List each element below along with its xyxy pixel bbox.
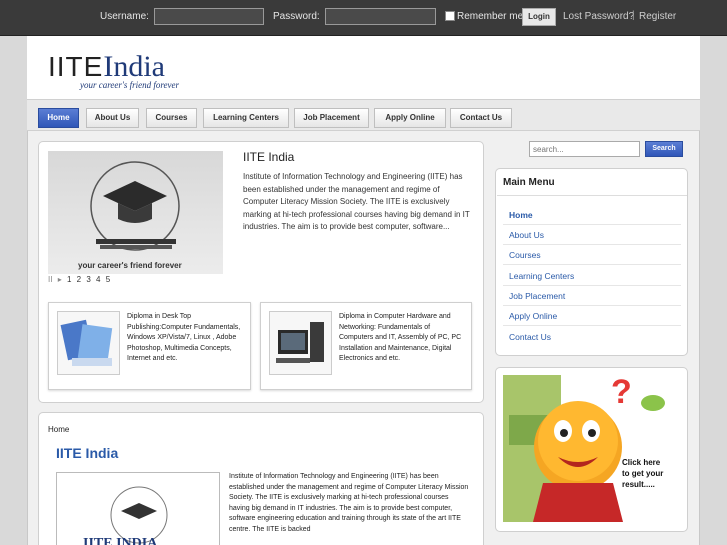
course-text-hardware: Diploma in Computer Hardware and Network… — [339, 313, 462, 362]
slider-caption: your career's friend forever — [78, 261, 182, 270]
featured-title[interactable]: IITE India — [243, 150, 294, 164]
search-input[interactable] — [529, 141, 640, 157]
article-text: Institute of Information Technology and … — [229, 473, 469, 533]
slide-5-button[interactable]: 5 — [106, 275, 110, 284]
site-logo[interactable]: IITEIndia — [48, 50, 165, 84]
nav-job-placement[interactable]: Job Placement — [294, 108, 369, 128]
slide-3-button[interactable]: 3 — [86, 275, 90, 284]
article-image: IITE INDIA — [56, 472, 220, 545]
password-label: Password: — [273, 11, 320, 22]
main-menu-panel — [495, 168, 688, 356]
promo-line-1: Click here — [622, 458, 661, 467]
promo-text[interactable]: Click here to get your result..... — [622, 457, 663, 490]
nav-about-us[interactable]: About Us — [86, 108, 139, 128]
username-input[interactable] — [154, 8, 264, 25]
slide-1-button[interactable]: 1 — [67, 275, 71, 284]
slider-image[interactable] — [48, 151, 223, 274]
page-title: IITE India — [56, 445, 119, 461]
pause-icon[interactable]: II — [48, 275, 52, 284]
menu-item-home[interactable]: Home — [509, 210, 533, 220]
menu-item-contact-us[interactable]: Contact Us — [509, 332, 551, 342]
course-text-dtp: Diploma in Desk Top Publishing:Computer … — [127, 313, 241, 362]
remember-me-checkbox[interactable] — [445, 11, 455, 21]
logo-suffix: India — [103, 50, 165, 83]
login-button[interactable]: Login — [522, 8, 556, 26]
result-promo-banner[interactable]: ? — [503, 375, 682, 522]
institute-seal-icon — [110, 486, 168, 544]
svg-text:?: ? — [611, 375, 632, 411]
featured-text: Institute of Information Technology and … — [243, 172, 470, 231]
remember-me-label: Remember me — [457, 11, 524, 22]
course-thumb-dtp — [57, 311, 120, 375]
nav-contact-us[interactable]: Contact Us — [450, 108, 512, 128]
main-menu-title: Main Menu — [503, 177, 555, 188]
nav-learning-centers[interactable]: Learning Centers — [203, 108, 289, 128]
search-button[interactable]: Search — [645, 141, 683, 157]
nav-courses[interactable]: Courses — [146, 108, 197, 128]
smiley-mascot-icon: ? — [503, 375, 665, 522]
username-label: Username: — [100, 11, 149, 22]
menu-item-job-placement[interactable]: Job Placement — [509, 291, 565, 301]
nav-home[interactable]: Home — [38, 108, 79, 128]
course-thumb-hardware — [269, 311, 332, 375]
menu-title-divider — [497, 195, 687, 196]
article-image-text: IITE INDIA — [83, 536, 158, 545]
play-icon[interactable]: ▸ — [58, 275, 62, 284]
slider-controls: II ▸ 1 2 3 4 5 — [48, 275, 113, 289]
promo-line-3: result..... — [622, 480, 655, 489]
menu-item-about-us[interactable]: About Us — [509, 230, 544, 240]
site-tagline: your career's friend forever — [80, 80, 179, 90]
logo-prefix: IITE — [48, 51, 104, 82]
register-link[interactable]: Register — [639, 11, 676, 22]
breadcrumb[interactable]: Home — [48, 425, 69, 434]
menu-divider — [503, 285, 681, 286]
login-separator: | — [632, 10, 635, 21]
login-bar: Username: Password: Remember me Login Lo… — [0, 0, 727, 36]
lost-password-link[interactable]: Lost Password? — [563, 11, 634, 22]
menu-divider — [503, 224, 681, 225]
software-box-icon — [60, 319, 113, 366]
password-input[interactable] — [325, 8, 436, 25]
slide-4-button[interactable]: 4 — [96, 275, 100, 284]
menu-divider — [503, 305, 681, 306]
menu-divider — [503, 325, 681, 326]
promo-line-2: to get your — [622, 469, 664, 478]
slide-2-button[interactable]: 2 — [77, 275, 81, 284]
menu-item-courses[interactable]: Courses — [509, 250, 541, 260]
menu-item-apply-online[interactable]: Apply Online — [509, 311, 557, 321]
institute-seal-icon — [90, 161, 180, 251]
nav-apply-online[interactable]: Apply Online — [374, 108, 446, 128]
menu-divider — [503, 244, 681, 245]
desktop-computer-icon — [276, 322, 324, 363]
menu-item-learning-centers[interactable]: Learning Centers — [509, 271, 574, 281]
menu-divider — [503, 264, 681, 265]
